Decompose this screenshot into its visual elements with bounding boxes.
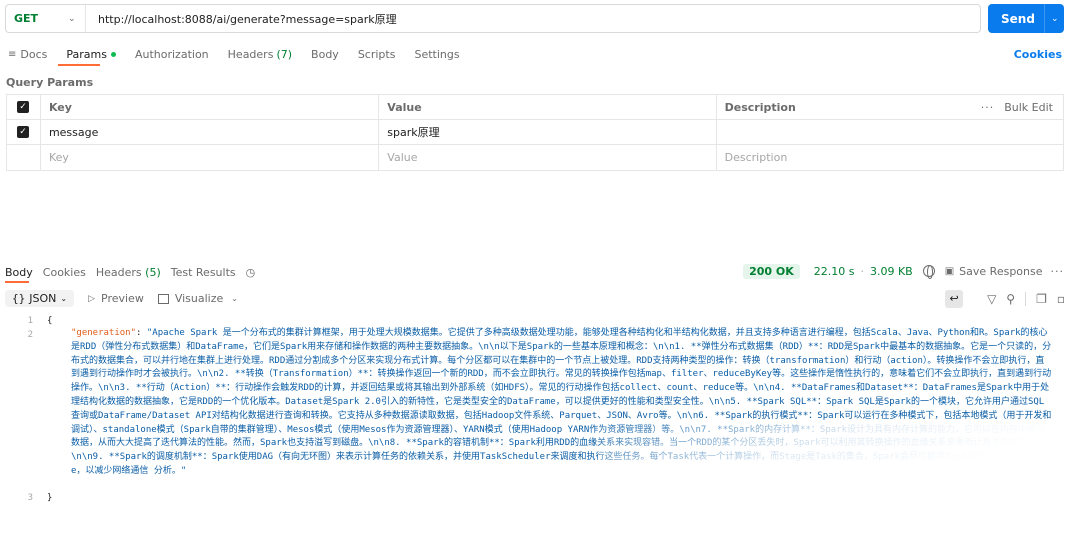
chevron-down-icon[interactable]: ⌄ bbox=[1045, 14, 1059, 24]
params-active-dot-icon bbox=[110, 51, 116, 57]
table-row: ✓ message spark原理 bbox=[7, 120, 1063, 145]
chevron-down-icon: ⌄ bbox=[60, 294, 68, 303]
column-description-label: Description bbox=[724, 100, 796, 114]
resp-tab-body[interactable]: Body bbox=[5, 266, 33, 279]
format-label: JSON bbox=[29, 292, 57, 305]
tab-label: Authorization bbox=[134, 47, 209, 61]
table-header-row: ✓ Key Value Description ··· Bulk Edit bbox=[7, 95, 1063, 120]
save-icon: ▣ bbox=[944, 265, 955, 277]
column-value: Value bbox=[379, 95, 717, 119]
format-dropdown[interactable]: {} JSON ⌄ bbox=[5, 290, 75, 307]
format-toolbar: {} JSON ⌄ ▷ Preview Visualize ⌄ bbox=[5, 289, 238, 308]
column-key: Key bbox=[41, 95, 380, 119]
meta-separator: · bbox=[860, 264, 864, 278]
method-select[interactable]: GET ⌄ bbox=[6, 5, 86, 32]
filter-icon[interactable]: ▽ bbox=[987, 292, 996, 306]
send-button[interactable]: Send ⌄ bbox=[988, 4, 1064, 33]
param-value-input[interactable]: spark原理 bbox=[379, 120, 717, 144]
select-all-checkbox[interactable]: ✓ bbox=[7, 95, 41, 119]
new-value-input[interactable]: Value bbox=[379, 145, 717, 170]
tab-settings[interactable]: Settings bbox=[414, 48, 459, 61]
wrap-lines-icon[interactable]: ↩ bbox=[945, 290, 964, 308]
search-icon[interactable]: ⚲ bbox=[1006, 292, 1015, 306]
response-time[interactable]: 22.10 s bbox=[814, 265, 855, 278]
json-line: "generation": "Apache Spark 是一个分布式的集群计算框… bbox=[71, 327, 1053, 479]
tab-headers[interactable]: Headers (7) bbox=[228, 48, 292, 61]
cookies-link[interactable]: Cookies bbox=[1014, 48, 1062, 61]
preview-label: Preview bbox=[101, 292, 144, 305]
new-key-input[interactable]: Key bbox=[41, 145, 380, 170]
tab-scripts[interactable]: Scripts bbox=[358, 48, 396, 61]
line-number: 2 bbox=[27, 330, 33, 340]
tab-label: Headers bbox=[227, 47, 274, 61]
image-icon bbox=[157, 293, 169, 304]
send-label: Send bbox=[1001, 11, 1035, 26]
chevron-down-icon[interactable]: ⌄ bbox=[231, 294, 238, 303]
braces-icon: {} bbox=[12, 292, 26, 305]
headers-count: (7) bbox=[276, 47, 293, 61]
response-tools: ↩ ▽ ⚲ ❐ ▫ bbox=[945, 290, 1065, 308]
visualize-label: Visualize bbox=[174, 292, 224, 305]
resp-headers-count: (5) bbox=[145, 265, 161, 279]
request-bar: GET ⌄ http://localhost:8088/ai/generate?… bbox=[5, 4, 981, 33]
checkbox-checked-icon: ✓ bbox=[17, 101, 29, 113]
tab-label: Headers bbox=[95, 265, 142, 279]
open-brace: { bbox=[47, 316, 53, 326]
response-meta: 200 OK 22.10 s · 3.09 KB ▣ Save Response… bbox=[743, 263, 1064, 279]
response-size[interactable]: 3.09 KB bbox=[870, 265, 913, 278]
clear-icon[interactable]: ▫ bbox=[1057, 292, 1065, 306]
tab-docs[interactable]: ≡ Docs bbox=[8, 48, 47, 61]
bulk-edit-button[interactable]: ··· Bulk Edit bbox=[981, 101, 1053, 114]
save-response-button[interactable]: Save Response bbox=[959, 265, 1042, 278]
row-checkbox[interactable]: ✓ bbox=[7, 120, 41, 144]
tab-body[interactable]: Body bbox=[311, 48, 339, 61]
query-params-title: Query Params bbox=[6, 76, 94, 89]
tab-label: Body bbox=[311, 47, 339, 61]
more-options-icon[interactable]: ··· bbox=[1051, 265, 1065, 278]
column-description: Description ··· Bulk Edit bbox=[717, 95, 1063, 119]
history-icon[interactable]: ◷ bbox=[246, 266, 256, 279]
tab-label: Docs bbox=[20, 47, 48, 61]
checkbox-checked-icon: ✓ bbox=[17, 126, 29, 138]
active-resp-tab-indicator bbox=[5, 281, 29, 283]
docs-icon: ≡ bbox=[8, 48, 17, 60]
resp-tab-headers[interactable]: Headers (5) bbox=[96, 266, 161, 279]
play-icon: ▷ bbox=[88, 293, 95, 304]
json-colon: : bbox=[136, 328, 147, 338]
empty-checkbox-cell bbox=[7, 145, 41, 170]
chevron-down-icon: ⌄ bbox=[68, 13, 76, 24]
tab-params[interactable]: Params bbox=[66, 48, 116, 61]
more-icon[interactable]: ··· bbox=[981, 101, 995, 114]
tab-label: Settings bbox=[414, 47, 460, 61]
copy-icon[interactable]: ❐ bbox=[1036, 292, 1047, 306]
json-string-value: "Apache Spark 是一个分布式的集群计算框架，用于处理大规模数据集。它… bbox=[71, 328, 1052, 476]
active-tab-indicator bbox=[58, 64, 100, 66]
globe-icon[interactable] bbox=[922, 265, 935, 279]
tab-authorization[interactable]: Authorization bbox=[135, 48, 209, 61]
tab-label: Scripts bbox=[357, 47, 396, 61]
resp-tab-test-results[interactable]: Test Results bbox=[171, 266, 236, 279]
url-input[interactable]: http://localhost:8088/ai/generate?messag… bbox=[86, 11, 397, 27]
param-key-input[interactable]: message bbox=[41, 120, 380, 144]
table-row-empty: Key Value Description bbox=[7, 145, 1063, 170]
tools-divider bbox=[1025, 292, 1027, 306]
tab-label: Params bbox=[66, 47, 107, 61]
new-description-input[interactable]: Description bbox=[717, 145, 1063, 170]
params-table: ✓ Key Value Description ··· Bulk Edit ✓ … bbox=[6, 94, 1064, 171]
resp-tab-cookies[interactable]: Cookies bbox=[43, 266, 86, 279]
method-label: GET bbox=[14, 12, 39, 25]
line-number: 1 bbox=[27, 316, 33, 326]
request-tabs: ≡ Docs Params Authorization Headers (7) … bbox=[8, 46, 479, 62]
json-key: "generation" bbox=[71, 328, 137, 338]
close-brace: } bbox=[47, 493, 53, 503]
visualize-button[interactable]: Visualize ⌄ bbox=[157, 292, 238, 305]
preview-button[interactable]: ▷ Preview bbox=[88, 292, 144, 305]
status-badge[interactable]: 200 OK bbox=[743, 263, 800, 279]
bulk-edit-label: Bulk Edit bbox=[1004, 100, 1053, 114]
response-tabs: Body Cookies Headers (5) Test Results ◷ bbox=[5, 265, 255, 279]
param-description-input[interactable] bbox=[717, 120, 1063, 144]
line-number: 3 bbox=[27, 493, 33, 503]
